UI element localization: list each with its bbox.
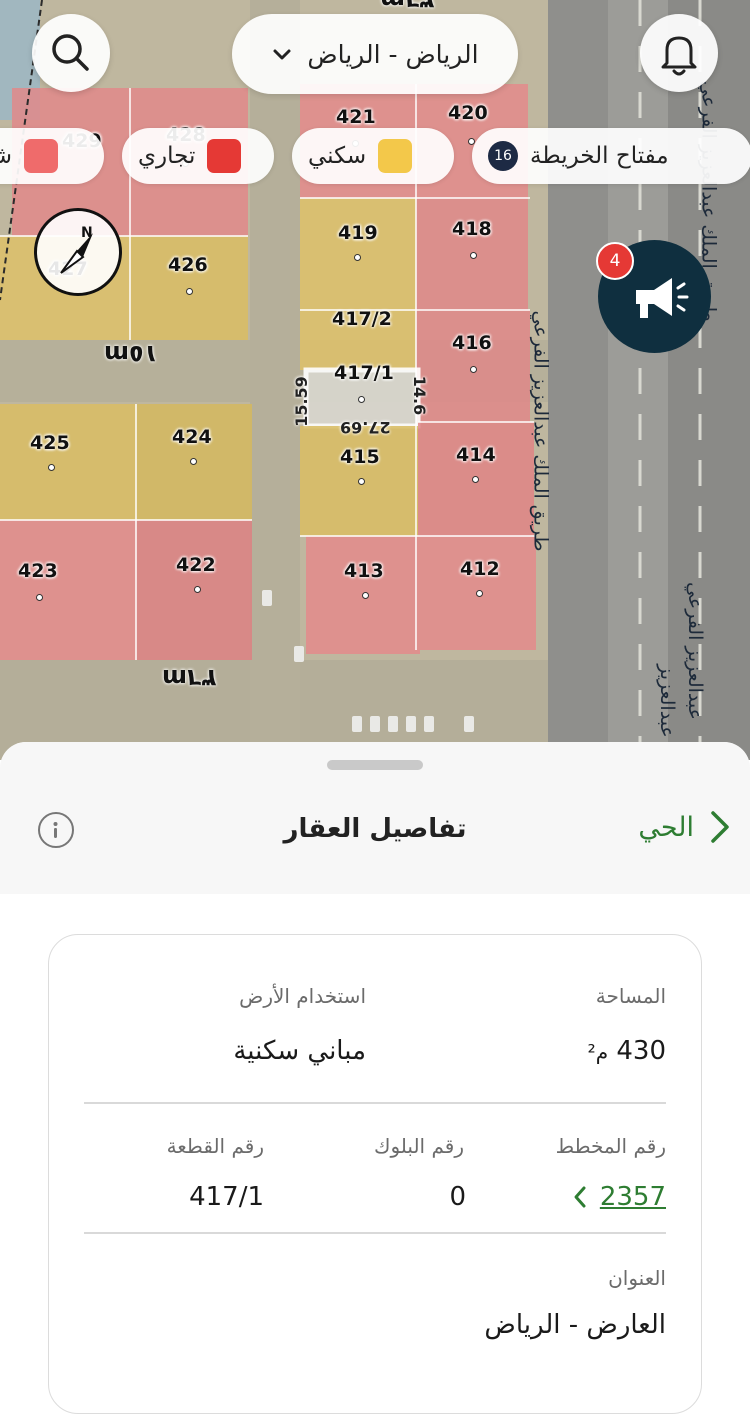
plot-label-424[interactable]: 424 — [172, 426, 212, 448]
legend-chip-commercial[interactable]: تجاري — [122, 128, 274, 184]
compass-icon: N — [60, 225, 93, 274]
road-name-4: عبدالعزيز — [655, 664, 678, 738]
plan-number-link[interactable]: 2357 — [572, 1182, 666, 1212]
search-button[interactable] — [32, 14, 110, 92]
plot-center-dot — [362, 592, 369, 599]
legend-label-commercial: تجاري — [138, 143, 196, 169]
block-number-label: رقم البلوك — [373, 1134, 464, 1158]
city-selector[interactable]: الرياض - الرياض — [232, 14, 518, 94]
dimension-label: 14.6 — [410, 375, 430, 416]
plot-label-423[interactable]: 423 — [18, 560, 58, 582]
land-use-value: مباني سكنية — [233, 1036, 366, 1066]
legend-swatch-commercial — [207, 139, 242, 173]
road-name-3: عبدالعزيز الفرعي — [683, 582, 706, 720]
address-value: العارض - الرياض — [484, 1310, 666, 1340]
divider — [84, 1232, 666, 1234]
plot-label-422[interactable]: 422 — [176, 554, 216, 576]
plot-label-419[interactable]: 419 — [338, 222, 378, 244]
chevron-down-icon — [273, 49, 291, 60]
map-view[interactable]: طريق الملك عبدالعزيز الفرعي طريق الملك ع… — [0, 0, 750, 760]
map-key-chip[interactable]: 16 مفتاح الخريطة — [472, 128, 750, 184]
plot-center-dot — [36, 594, 43, 601]
street-width-label: ١٥m — [104, 340, 159, 368]
svg-text:N: N — [81, 225, 93, 241]
plot-number-value: 417/1 — [189, 1182, 264, 1212]
land-use-label: استخدام الأرض — [239, 984, 366, 1008]
address-label: العنوان — [608, 1266, 666, 1290]
plot-label-425[interactable]: 425 — [30, 432, 70, 454]
plot-label-415[interactable]: 415 — [340, 446, 380, 468]
plot-label-420[interactable]: 420 — [448, 102, 488, 124]
street-width-label: ٣٦m — [380, 0, 435, 14]
district-link[interactable]: الحي — [638, 808, 732, 846]
announcements-count-badge: 4 — [596, 242, 634, 280]
street-width-label: ٣٦m — [162, 664, 217, 692]
plot-label-413[interactable]: 413 — [344, 560, 384, 582]
city-selector-label: الرياض - الرياض — [307, 39, 479, 69]
plot-center-dot — [186, 288, 193, 295]
drag-handle[interactable] — [327, 760, 423, 770]
plot-center-dot — [190, 458, 197, 465]
plot-center-dot — [476, 590, 483, 597]
search-icon — [52, 34, 89, 71]
plot-center-dot — [48, 464, 55, 471]
plot-label-416[interactable]: 416 — [452, 332, 492, 354]
block-number-value: 0 — [449, 1182, 466, 1212]
plot-center-dot — [358, 396, 365, 403]
legend-label-other: شـ — [0, 143, 12, 169]
legend-chip-residential[interactable]: سكني — [292, 128, 454, 184]
plot-label-417-2[interactable]: 417/2 — [332, 308, 392, 330]
area-number: 430 — [616, 1036, 666, 1066]
sheet-header: تفاصيل العقار الحي — [0, 742, 750, 894]
plot-number-label: رقم القطعة — [166, 1134, 264, 1158]
plot-center-dot — [354, 254, 361, 261]
legend-swatch-other — [24, 139, 59, 173]
map-key-count-badge: 16 — [488, 141, 518, 171]
plan-number-label: رقم المخطط — [555, 1134, 666, 1158]
plot-label-418[interactable]: 418 — [452, 218, 492, 240]
legend-swatch-residential — [378, 139, 413, 173]
plot-label-417-1[interactable]: 417/1 — [334, 362, 394, 384]
bell-icon — [661, 36, 697, 76]
legend-label-residential: سكني — [308, 143, 367, 169]
plot-label-412[interactable]: 412 — [460, 558, 500, 580]
area-unit: م² — [587, 1040, 609, 1064]
plot-center-dot — [472, 476, 479, 483]
area-value: 430 م² — [588, 1036, 666, 1066]
chevron-left-icon — [574, 1186, 586, 1208]
compass-button[interactable]: N — [34, 208, 122, 296]
dimension-label: 27.69 — [340, 418, 391, 437]
area-label: المساحة — [595, 984, 666, 1008]
road-name-1: طريق الملك عبدالعزيز الفرعي — [529, 310, 552, 552]
chevron-right-icon — [711, 811, 729, 843]
plot-label-426[interactable]: 426 — [168, 254, 208, 276]
legend-chip-other[interactable]: شـ — [0, 128, 104, 184]
district-link-label: الحي — [638, 811, 694, 843]
dimension-label: 15.59 — [291, 376, 311, 427]
divider — [84, 1102, 666, 1104]
plan-number-value: 2357 — [599, 1182, 666, 1212]
plot-center-dot — [470, 252, 477, 259]
plot-center-dot — [194, 586, 201, 593]
plot-center-dot — [358, 478, 365, 485]
plot-label-414[interactable]: 414 — [456, 444, 496, 466]
notifications-button[interactable] — [640, 14, 718, 92]
plot-label-421[interactable]: 421 — [336, 106, 376, 128]
map-key-label: مفتاح الخريطة — [530, 143, 669, 169]
plot-center-dot — [470, 366, 477, 373]
